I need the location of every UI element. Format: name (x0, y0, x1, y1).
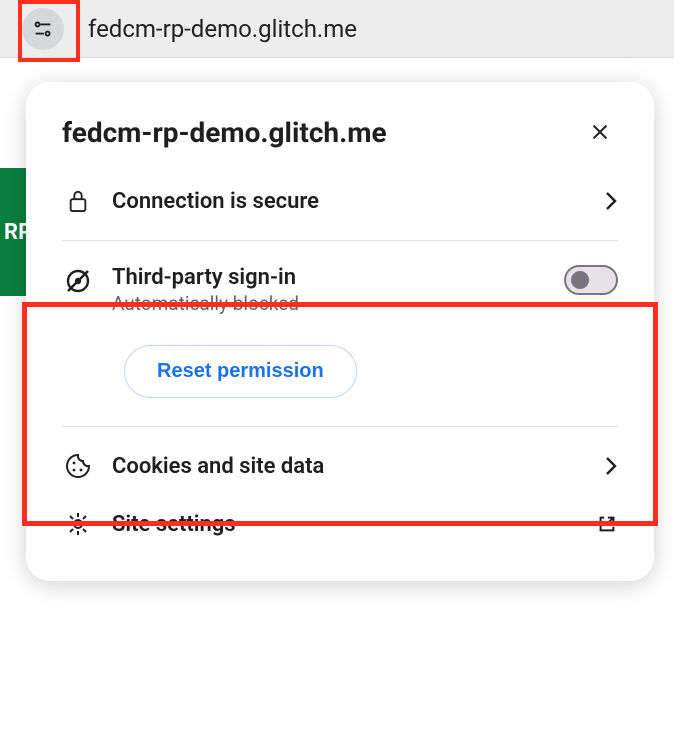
address-bar: fedcm-rp-demo.glitch.me (0, 0, 674, 58)
toggle-knob (571, 271, 589, 289)
cookies-row[interactable]: Cookies and site data (26, 437, 654, 495)
site-info-panel: fedcm-rp-demo.glitch.me Connection is se… (26, 82, 654, 581)
reset-permission-button[interactable]: Reset permission (124, 345, 357, 398)
cookie-icon (62, 453, 94, 479)
chevron-right-icon (604, 455, 618, 477)
site-permissions-chip[interactable] (22, 8, 64, 50)
gear-icon (62, 511, 94, 537)
third-party-signin-status: Automatically blocked (112, 292, 564, 315)
url-text[interactable]: fedcm-rp-demo.glitch.me (88, 15, 357, 43)
connection-row[interactable]: Connection is secure (26, 172, 654, 230)
third-party-signin-toggle[interactable] (564, 265, 618, 295)
external-link-icon (596, 513, 618, 535)
third-party-signin-title: Third-party sign-in (112, 265, 564, 290)
cookies-label: Cookies and site data (112, 454, 604, 479)
close-icon (589, 121, 611, 143)
third-party-signin-row: Third-party sign-in Automatically blocke… (26, 251, 654, 416)
divider (62, 426, 618, 427)
blocked-eye-icon (62, 267, 94, 295)
divider (62, 240, 618, 241)
site-settings-row[interactable]: Site settings (26, 495, 654, 553)
panel-title: fedcm-rp-demo.glitch.me (62, 116, 387, 149)
connection-label: Connection is secure (112, 189, 604, 214)
panel-header: fedcm-rp-demo.glitch.me (26, 114, 654, 172)
chevron-right-icon (604, 190, 618, 212)
site-settings-label: Site settings (112, 512, 596, 537)
lock-icon (62, 188, 94, 214)
tune-icon (32, 18, 54, 40)
close-button[interactable] (582, 114, 618, 150)
